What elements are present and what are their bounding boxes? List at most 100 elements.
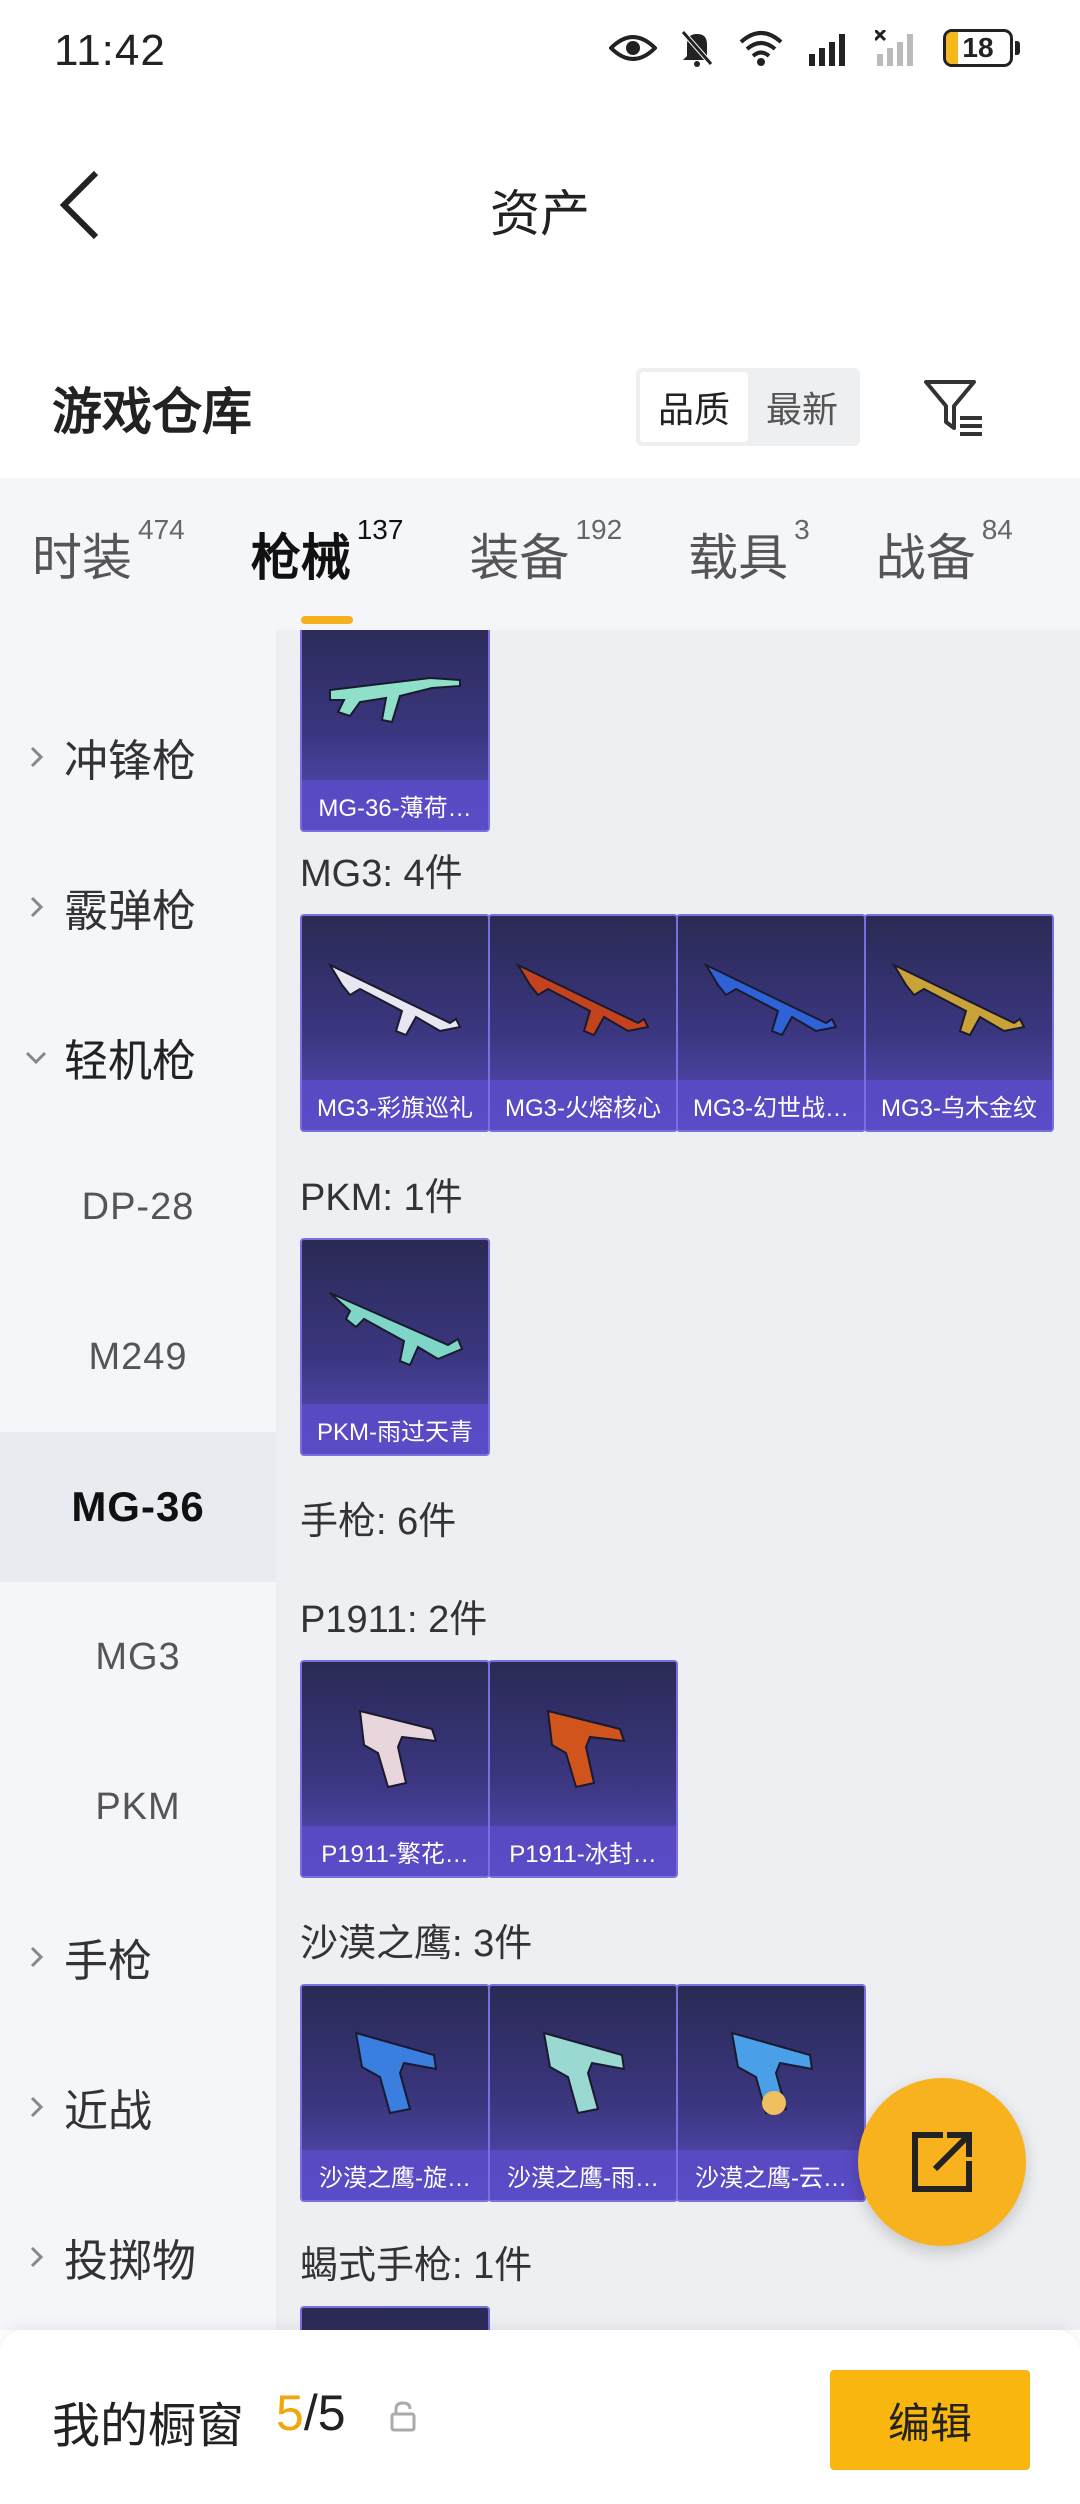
rifle-image	[678, 916, 864, 1084]
share-button[interactable]	[858, 2078, 1026, 2246]
group-title: MG3: 4件	[300, 853, 463, 895]
pistol-image	[490, 1662, 676, 1830]
sort-quality-button[interactable]: 品质	[640, 372, 748, 442]
pistol-image	[302, 1986, 488, 2154]
chevron-right-icon	[30, 2096, 44, 2118]
sidebar-item-label: 冲锋枪	[64, 737, 196, 786]
sidebar-subitem-m249[interactable]: M249	[0, 1282, 276, 1432]
sidebar-item-shotgun[interactable]: 霰弹枪	[0, 832, 276, 982]
weapon-name: MG3-乌木金纹	[866, 1080, 1052, 1130]
weapon-name: P1911-冰封…	[490, 1826, 676, 1876]
chevron-down-icon	[25, 1051, 47, 1065]
weapon-card[interactable]: P1911-繁花…	[300, 1660, 490, 1878]
active-tab-indicator	[300, 616, 353, 624]
sidebar-item-label: 霰弹枪	[64, 887, 196, 936]
filter-button[interactable]	[914, 368, 994, 448]
chevron-right-icon	[30, 1946, 44, 1968]
weapon-name: PKM-雨过天青	[302, 1404, 488, 1454]
warehouse-title: 游戏仓库	[52, 384, 252, 440]
sidebar-item-smg[interactable]: 冲锋枪	[0, 682, 276, 832]
tab-vehicles[interactable]: 载具3	[688, 514, 810, 590]
weapon-name: 沙漠之鹰-雨…	[490, 2150, 676, 2200]
weapon-name: MG3-彩旗巡礼	[302, 1080, 488, 1130]
pistol-image	[302, 1662, 488, 1830]
sort-newest-button[interactable]: 最新	[748, 372, 856, 442]
edit-button[interactable]: 编辑	[830, 2370, 1030, 2470]
tab-equipment[interactable]: 装备192	[469, 514, 622, 590]
tab-count: 84	[981, 514, 1013, 545]
wifi-icon	[739, 31, 783, 66]
eye-icon	[609, 35, 657, 61]
rifle-image	[302, 630, 488, 784]
showcase-label: 我的橱窗	[52, 2400, 245, 2453]
showcase-count: 5/5	[276, 2384, 346, 2442]
tab-label: 时装	[32, 530, 132, 586]
weapon-card[interactable]: 沙漠之鹰-云…	[676, 1984, 866, 2202]
category-tabs: 时装474 枪械137 装备192 载具3 战备84	[0, 478, 1080, 630]
bottom-bar: 我的橱窗 5/5 编辑	[0, 2330, 1080, 2504]
tab-count: 137	[356, 514, 404, 545]
group-title: PKM: 1件	[300, 1177, 463, 1219]
rifle-image	[302, 1240, 488, 1408]
weapon-card[interactable]	[300, 2306, 490, 2330]
weapon-card[interactable]: 沙漠之鹰-雨…	[488, 1984, 678, 2202]
sidebar-subitem-mg3[interactable]: MG3	[0, 1582, 276, 1732]
tab-firearms[interactable]: 枪械137	[250, 514, 403, 624]
weapon-list[interactable]: MG-36-薄荷… MG3: 4件 MG3-彩旗巡礼 MG3-火熔核心 MG3-…	[276, 630, 1080, 2330]
chevron-right-icon	[30, 896, 44, 918]
showcase-total: /5	[303, 2385, 346, 2441]
weapon-card[interactable]: MG3-乌木金纹	[864, 914, 1054, 1132]
weapon-card[interactable]: P1911-冰封…	[488, 1660, 678, 1878]
tab-count: 3	[794, 514, 810, 545]
pistol-image	[678, 1986, 864, 2154]
weapon-card[interactable]: 沙漠之鹰-旋…	[300, 1984, 490, 2202]
sidebar-item-lmg[interactable]: 轻机枪	[0, 982, 276, 1132]
tab-count: 192	[575, 514, 623, 545]
signal-weak-icon	[875, 30, 913, 66]
weapon-card[interactable]: MG3-火熔核心	[488, 914, 678, 1132]
group-title: 手枪: 6件	[300, 1501, 457, 1543]
sort-toggle: 品质 最新	[636, 368, 860, 446]
weapon-name: MG3-火熔核心	[490, 1080, 676, 1130]
filter-icon	[924, 380, 982, 436]
sidebar-item-melee[interactable]: 近战	[0, 2032, 276, 2182]
sidebar-item-label: 手枪	[64, 1937, 152, 1986]
sidebar-subitem-pkm[interactable]: PKM	[0, 1732, 276, 1882]
lock-icon	[390, 2401, 416, 2432]
tab-fashion[interactable]: 时装474	[32, 514, 185, 590]
rifle-image	[490, 916, 676, 1084]
rifle-image	[866, 916, 1052, 1084]
group-title: P1911: 2件	[300, 1599, 488, 1641]
sidebar-item-label: 近战	[64, 2087, 152, 2136]
sidebar-subitem-dp28[interactable]: DP-28	[0, 1132, 276, 1282]
mute-bell-icon	[681, 30, 713, 67]
weapon-card[interactable]: MG3-彩旗巡礼	[300, 914, 490, 1132]
weapon-card[interactable]: MG3-幻世战…	[676, 914, 866, 1132]
rifle-image	[302, 916, 488, 1084]
signal-icon	[809, 34, 845, 66]
status-icons: 18	[609, 28, 1020, 68]
chevron-right-icon	[30, 746, 44, 768]
sidebar-subitem-mg36[interactable]: MG-36	[0, 1432, 276, 1582]
weapon-name: MG3-幻世战…	[678, 1080, 864, 1130]
sidebar-item-label: 投掷物	[64, 2237, 196, 2286]
status-bar: 11:42 18	[0, 0, 1080, 104]
weapon-name: P1911-繁花…	[302, 1826, 488, 1876]
sidebar-item-throwable[interactable]: 投掷物	[0, 2182, 276, 2332]
weapon-card[interactable]: PKM-雨过天青	[300, 1238, 490, 1456]
battery-icon: 18	[943, 29, 1020, 67]
battery-level: 18	[962, 32, 994, 63]
pistol-image	[490, 1986, 676, 2154]
tab-tactical[interactable]: 战备84	[876, 514, 1013, 590]
group-title: 蝎式手枪: 1件	[300, 2245, 533, 2287]
status-time: 11:42	[54, 26, 166, 75]
weapon-name: MG-36-薄荷…	[302, 780, 488, 830]
warehouse-header: 游戏仓库 品质 最新	[0, 350, 1080, 470]
weapon-card[interactable]: MG-36-薄荷…	[300, 630, 490, 832]
sidebar-item-pistol[interactable]: 手枪	[0, 1882, 276, 2032]
showcase-used: 5	[276, 2385, 304, 2441]
weapon-type-sidebar: 冲锋枪 霰弹枪 轻机枪 DP-28 M249 MG-36 MG3 PKM 手枪 …	[0, 630, 276, 2330]
chevron-right-icon	[30, 2246, 44, 2268]
tab-count: 474	[138, 514, 185, 545]
tab-label: 枪械	[250, 530, 351, 586]
